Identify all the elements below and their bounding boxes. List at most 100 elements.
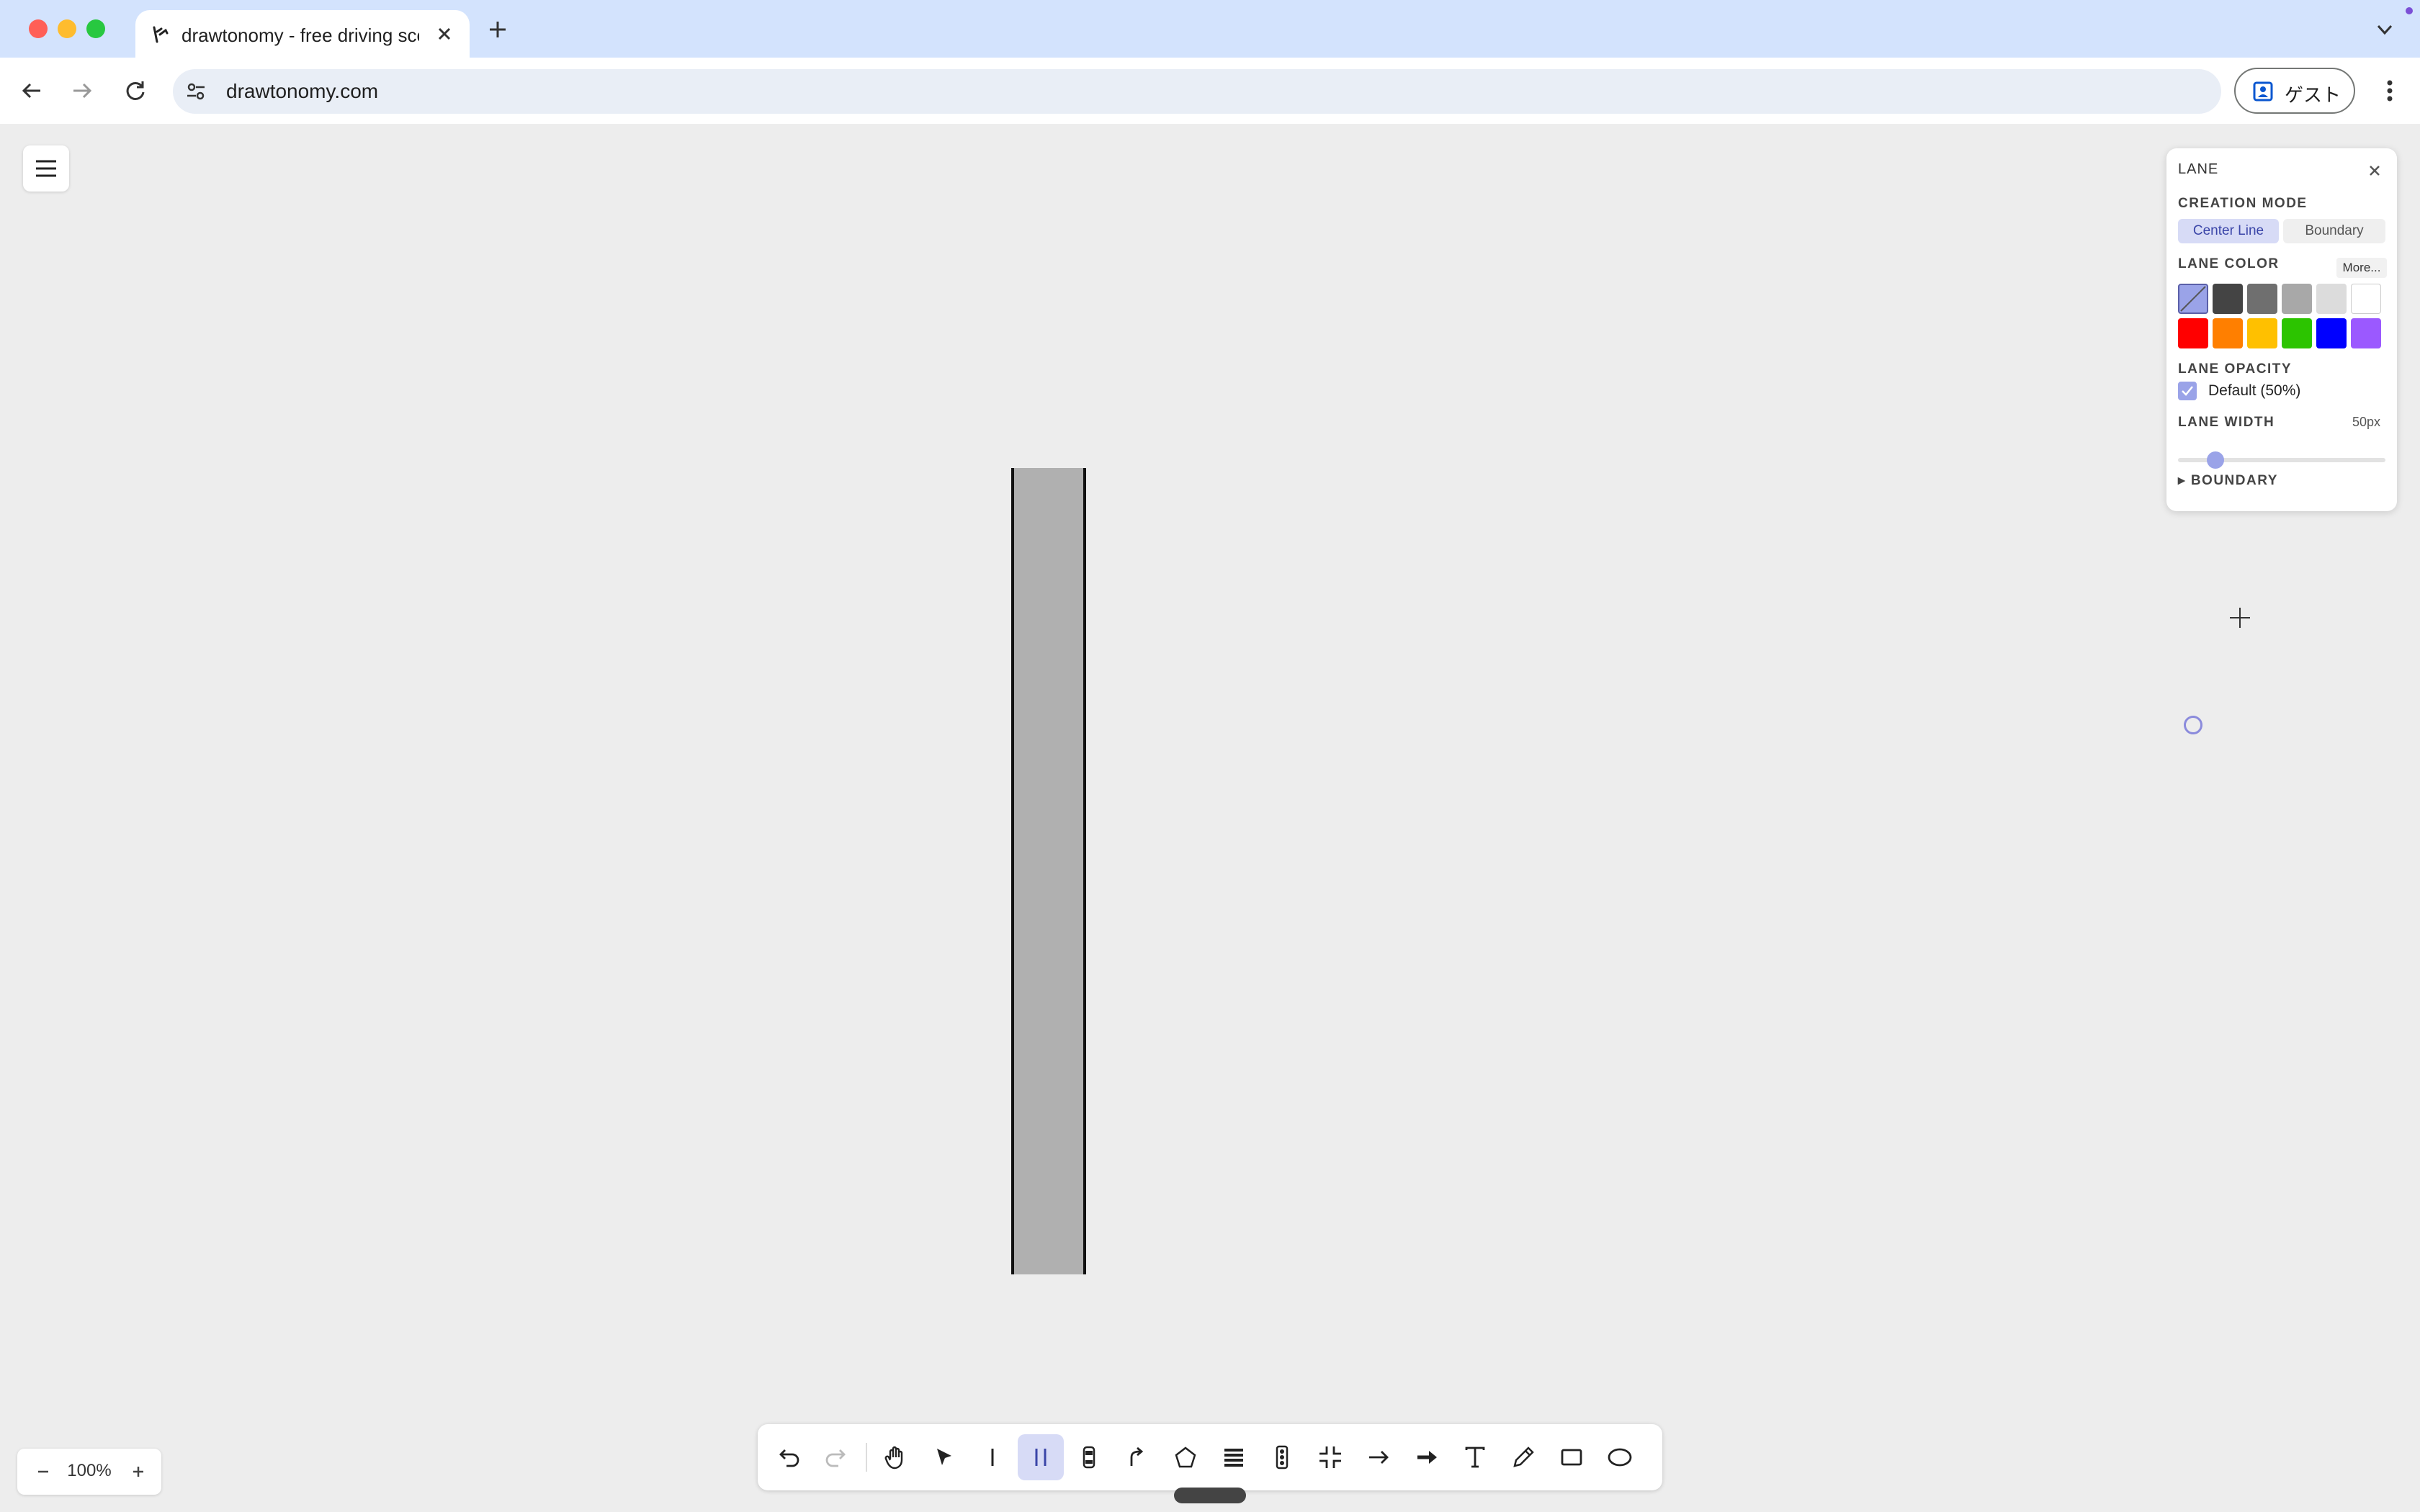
new-tab-icon[interactable] (485, 17, 510, 42)
hand-tool-button[interactable] (873, 1434, 919, 1480)
lane-shape[interactable] (1011, 468, 1086, 1274)
close-icon[interactable] (2364, 160, 2385, 181)
window-minimize-button[interactable] (58, 19, 76, 38)
address-bar[interactable]: drawtonomy.com (173, 69, 2221, 114)
color-swatch[interactable] (2213, 318, 2243, 348)
default-opacity-label: Default (50%) (2208, 382, 2301, 399)
thick-arrow-tool-button[interactable] (1404, 1434, 1450, 1480)
color-swatch[interactable] (2351, 318, 2381, 348)
lane-icon (1035, 1449, 1047, 1466)
diagonal-slash-icon (2180, 286, 2206, 312)
undo-icon (779, 1449, 799, 1467)
panel-title: LANE (2178, 161, 2219, 177)
more-colors-button[interactable]: More... (2336, 258, 2387, 278)
hand-icon (884, 1446, 903, 1470)
traffic-light-icon (1276, 1445, 1289, 1470)
color-swatch[interactable] (2316, 284, 2347, 314)
toolbar-divider (866, 1443, 867, 1472)
intersection-icon (1319, 1446, 1341, 1468)
traffic-light-tool-button[interactable] (1259, 1434, 1305, 1480)
drawing-canvas[interactable] (0, 124, 2420, 1512)
tool-bar (758, 1424, 1662, 1490)
boundary-section-toggle[interactable]: ▸ BOUNDARY (2178, 472, 2278, 489)
lane-color-label: LANE COLOR (2178, 256, 2280, 271)
curved-arrow-icon (1130, 1446, 1144, 1466)
single-line-icon (991, 1449, 994, 1466)
lane-tool-button[interactable] (1018, 1434, 1064, 1480)
tab-title: drawtonomy - free driving scene (182, 24, 419, 46)
reload-icon[interactable] (120, 75, 151, 107)
zoom-controls: 100% (17, 1449, 161, 1495)
boundary-mode-button[interactable]: Boundary (2283, 219, 2385, 243)
path-tool-button[interactable] (1114, 1434, 1160, 1480)
notification-dot (2406, 7, 2413, 14)
tab-search-chevron-icon[interactable] (2371, 17, 2398, 42)
color-swatch[interactable] (2351, 284, 2381, 314)
thin-arrow-icon (1369, 1451, 1389, 1464)
text-tool-button[interactable] (1452, 1434, 1498, 1480)
redo-button[interactable] (814, 1434, 860, 1480)
line-tool-button[interactable] (969, 1434, 1016, 1480)
window-close-button[interactable] (29, 19, 48, 38)
tab-strip: drawtonomy - free driving scene (0, 0, 2420, 58)
pencil-tool-button[interactable] (1500, 1434, 1546, 1480)
more-vertical-icon[interactable] (2377, 75, 2403, 107)
select-tool-button[interactable] (921, 1434, 967, 1480)
profile-icon (2253, 81, 2273, 102)
crosshair-cursor-icon (2230, 608, 2250, 628)
arrow-tool-button[interactable] (1355, 1434, 1402, 1480)
forward-arrow-icon[interactable] (66, 75, 98, 107)
browser-tab[interactable]: drawtonomy - free driving scene (135, 10, 470, 58)
back-arrow-icon[interactable] (16, 75, 48, 107)
pentagon-icon (1175, 1446, 1196, 1468)
crosswalk-tool-button[interactable] (1211, 1434, 1257, 1480)
ellipse-tool-button[interactable] (1597, 1434, 1643, 1480)
color-swatch[interactable] (2178, 318, 2208, 348)
creation-mode-label: CREATION MODE (2178, 196, 2308, 211)
color-swatch[interactable] (2213, 284, 2243, 314)
center-line-mode-button[interactable]: Center Line (2178, 219, 2279, 243)
car-icon (1083, 1446, 1095, 1469)
lane-width-label: LANE WIDTH (2178, 415, 2275, 430)
close-tab-icon[interactable] (434, 23, 455, 45)
lane-opacity-label: LANE OPACITY (2178, 361, 2293, 377)
main-menu-button[interactable] (23, 145, 69, 192)
color-swatch[interactable] (2247, 318, 2277, 348)
color-swatch[interactable] (2316, 318, 2347, 348)
rectangle-icon (1561, 1449, 1582, 1466)
browser-toolbar: drawtonomy.com ゲスト (0, 58, 2420, 125)
pointer-arrow-icon (937, 1449, 951, 1465)
window-maximize-button[interactable] (86, 19, 105, 38)
vehicle-tool-button[interactable] (1066, 1434, 1112, 1480)
lane-width-value: 50px (2352, 415, 2381, 429)
polygon-tool-button[interactable] (1162, 1434, 1209, 1480)
color-swatch-default[interactable] (2178, 284, 2208, 314)
guest-label: ゲスト (2285, 84, 2341, 106)
color-swatch[interactable] (2282, 318, 2312, 348)
lane-settings-panel: LANE CREATION MODE Center Line Boundary … (2166, 148, 2397, 511)
plus-icon (133, 1467, 143, 1477)
crosswalk-icon (1224, 1449, 1243, 1467)
intersection-tool-button[interactable] (1307, 1434, 1353, 1480)
undo-button[interactable] (765, 1434, 811, 1480)
zoom-in-button[interactable] (124, 1457, 153, 1486)
text-icon (1465, 1446, 1485, 1468)
redo-icon (825, 1449, 846, 1467)
default-opacity-checkbox[interactable] (2178, 382, 2197, 400)
color-swatch[interactable] (2282, 284, 2312, 314)
color-swatch[interactable] (2247, 284, 2277, 314)
hamburger-icon (36, 160, 56, 177)
guest-profile-button[interactable]: ゲスト (2234, 68, 2355, 114)
minus-icon (38, 1470, 48, 1473)
site-settings-icon[interactable] (184, 80, 207, 103)
rectangle-tool-button[interactable] (1549, 1434, 1595, 1480)
url-text: drawtonomy.com (226, 80, 379, 102)
checkmark-icon (2182, 386, 2193, 396)
bold-arrow-icon (1417, 1451, 1437, 1464)
pencil-icon (1513, 1446, 1534, 1467)
lane-width-slider-thumb[interactable] (2207, 451, 2224, 469)
ellipse-icon (1608, 1448, 1632, 1467)
zoom-out-button[interactable] (29, 1457, 58, 1486)
toolbar-drag-handle[interactable] (1174, 1488, 1246, 1503)
drawtonomy-favicon-icon (153, 26, 169, 43)
